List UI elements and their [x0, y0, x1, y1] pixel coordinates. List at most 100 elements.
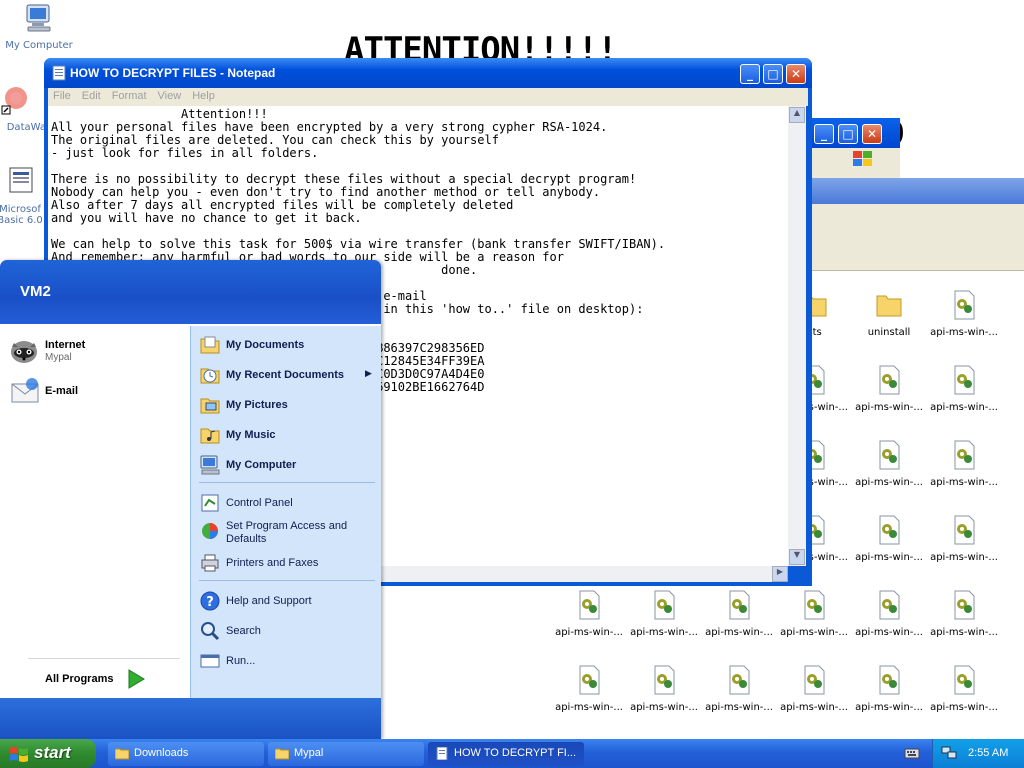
start-menu-item-my-documents[interactable]: My Documents	[199, 334, 375, 358]
dll-file-icon	[729, 665, 750, 695]
file-item[interactable]: api-ms-win-...	[929, 290, 999, 338]
file-item-label: api-ms-win-...	[780, 702, 848, 713]
svg-text:?: ?	[206, 595, 214, 610]
taskbar-button-label: HOW TO DECRYPT FI...	[454, 747, 577, 759]
file-item[interactable]: api-	[1004, 590, 1024, 638]
file-item[interactable]: api-ms-win-...	[554, 590, 624, 638]
taskbar-button-downloads[interactable]: Downloads	[108, 742, 264, 766]
file-item[interactable]: api-ms-win-...	[854, 365, 924, 413]
menu-view[interactable]: View	[153, 88, 188, 102]
file-item[interactable]: uninstall	[854, 290, 924, 338]
visual-basic-icon	[9, 167, 33, 193]
file-item[interactable]: api-ms-win-...	[929, 515, 999, 563]
file-item[interactable]: api-ms-win-...	[854, 440, 924, 488]
all-programs-button[interactable]: All Programs	[40, 666, 150, 692]
taskbar-button-label: Downloads	[134, 747, 189, 759]
taskbar-clock[interactable]: 2:55 AM	[968, 747, 1008, 759]
start-button[interactable]: start	[0, 739, 96, 768]
folder-icon	[275, 748, 289, 760]
dll-file-icon	[804, 590, 825, 620]
scroll-down-arrow-icon[interactable]: ▼	[789, 549, 805, 565]
start-menu-item-my-computer[interactable]: My Computer	[199, 454, 375, 478]
start-button-label: start	[34, 743, 71, 762]
file-item[interactable]: api-	[1004, 290, 1024, 338]
scroll-up-arrow-icon[interactable]: ▲	[789, 107, 805, 123]
dll-file-icon	[954, 665, 975, 695]
scroll-right-arrow-icon[interactable]: ▶	[772, 566, 788, 582]
file-item-label: api-ms-win-...	[630, 702, 698, 713]
start-menu-item-my-pictures[interactable]: My Pictures	[199, 394, 375, 418]
notepad-close-button[interactable]: ✕	[786, 64, 806, 84]
desktop-icon-microsoft-basic[interactable]: Microsof Basic 6.0	[0, 166, 48, 226]
start-menu-divider	[28, 658, 180, 659]
file-item[interactable]: api-ms-win-...	[854, 515, 924, 563]
file-item[interactable]: api-ms-win-...	[929, 590, 999, 638]
menu-edit[interactable]: Edit	[77, 88, 107, 102]
notepad-vertical-scrollbar[interactable]: ▲ ▼	[788, 106, 806, 566]
green-arrow-icon	[128, 669, 145, 689]
background-window[interactable]: _ □ ✕	[808, 118, 900, 178]
pinned-item-internet[interactable]: Internet Mypal	[8, 334, 184, 368]
start-menu-item-control-panel[interactable]: Control Panel	[199, 492, 375, 516]
file-item[interactable]: api-ms-win-...	[704, 590, 774, 638]
start-menu-header	[0, 260, 381, 324]
file-item[interactable]: api-	[1004, 515, 1024, 563]
close-button[interactable]: ✕	[862, 124, 882, 144]
desktop-icon-label: My Computer	[5, 40, 73, 51]
file-item-label: api-ms-win-...	[930, 627, 998, 638]
file-item[interactable]: api-ms-win-...	[854, 590, 924, 638]
file-item[interactable]: api-	[1004, 665, 1024, 713]
start-menu-item-label: Set Program Access and Defaults	[226, 520, 348, 545]
maximize-button[interactable]: □	[838, 124, 858, 144]
taskbar-button-notepad[interactable]: HOW TO DECRYPT FI...	[428, 742, 584, 766]
all-programs-label: All Programs	[45, 673, 114, 685]
start-menu-item-help-and-support[interactable]: ? Help and Support	[199, 590, 375, 614]
file-item-label: api-ms-win-...	[555, 702, 623, 713]
file-item[interactable]: api-ms-win-...	[629, 665, 699, 713]
dll-file-icon	[954, 290, 975, 320]
file-item[interactable]: api-ms-win-...	[854, 665, 924, 713]
notepad-menubar: File Edit Format View Help	[48, 88, 808, 106]
dll-file-icon	[654, 665, 675, 695]
menu-file[interactable]: File	[48, 88, 77, 102]
start-menu-item-run[interactable]: Run...	[199, 650, 375, 674]
start-menu-item-search[interactable]: Search	[199, 620, 375, 644]
file-item[interactable]: api-ms-win-...	[629, 590, 699, 638]
dll-file-icon	[579, 665, 600, 695]
submenu-arrow-icon: ▶	[365, 368, 372, 378]
start-menu-item-set-program-access[interactable]: Set Program Access and Defaults	[199, 520, 375, 545]
file-item[interactable]: api-	[1004, 440, 1024, 488]
file-item[interactable]: api-ms-win-...	[929, 440, 999, 488]
file-item-label: api-ms-win-...	[855, 402, 923, 413]
my-music-icon	[200, 428, 220, 444]
network-icon[interactable]	[941, 746, 957, 760]
file-item[interactable]: api-	[1004, 365, 1024, 413]
desktop-icon-my-computer[interactable]: My Computer	[2, 2, 76, 51]
desktop-icon-datawa[interactable]: DataWa	[0, 84, 46, 133]
menu-format[interactable]: Format	[107, 88, 153, 102]
start-menu-item-my-recent-documents[interactable]: My Recent Documents ▶	[199, 364, 375, 388]
dll-file-icon	[579, 590, 600, 620]
menu-help[interactable]: Help	[187, 88, 221, 102]
pinned-item-label: E-mail	[45, 385, 79, 397]
file-item-label: api-ms-win-...	[855, 477, 923, 488]
minimize-button[interactable]: _	[814, 124, 834, 144]
start-menu-item-label: Printers and Faxes	[226, 557, 319, 569]
control-panel-icon	[201, 494, 219, 512]
program-access-icon	[202, 523, 218, 539]
file-item[interactable]: api-ms-win-...	[779, 665, 849, 713]
notepad-minimize-button[interactable]: _	[740, 64, 760, 84]
start-menu-item-printers-and-faxes[interactable]: Printers and Faxes	[199, 552, 375, 576]
start-menu-item-label: Search	[226, 625, 261, 637]
file-item[interactable]: api-ms-win-...	[704, 665, 774, 713]
windows-flag-icon	[10, 747, 28, 762]
file-item[interactable]: api-ms-win-...	[554, 665, 624, 713]
file-item[interactable]: api-ms-win-...	[929, 365, 999, 413]
file-item[interactable]: api-ms-win-...	[779, 590, 849, 638]
start-menu-item-my-music[interactable]: My Music	[199, 424, 375, 448]
pinned-item-email[interactable]: E-mail	[8, 374, 184, 408]
taskbar-button-mypal[interactable]: Mypal	[268, 742, 424, 766]
file-item[interactable]: api-ms-win-...	[929, 665, 999, 713]
keyboard-icon[interactable]	[904, 746, 920, 760]
notepad-maximize-button[interactable]: □	[763, 64, 783, 84]
